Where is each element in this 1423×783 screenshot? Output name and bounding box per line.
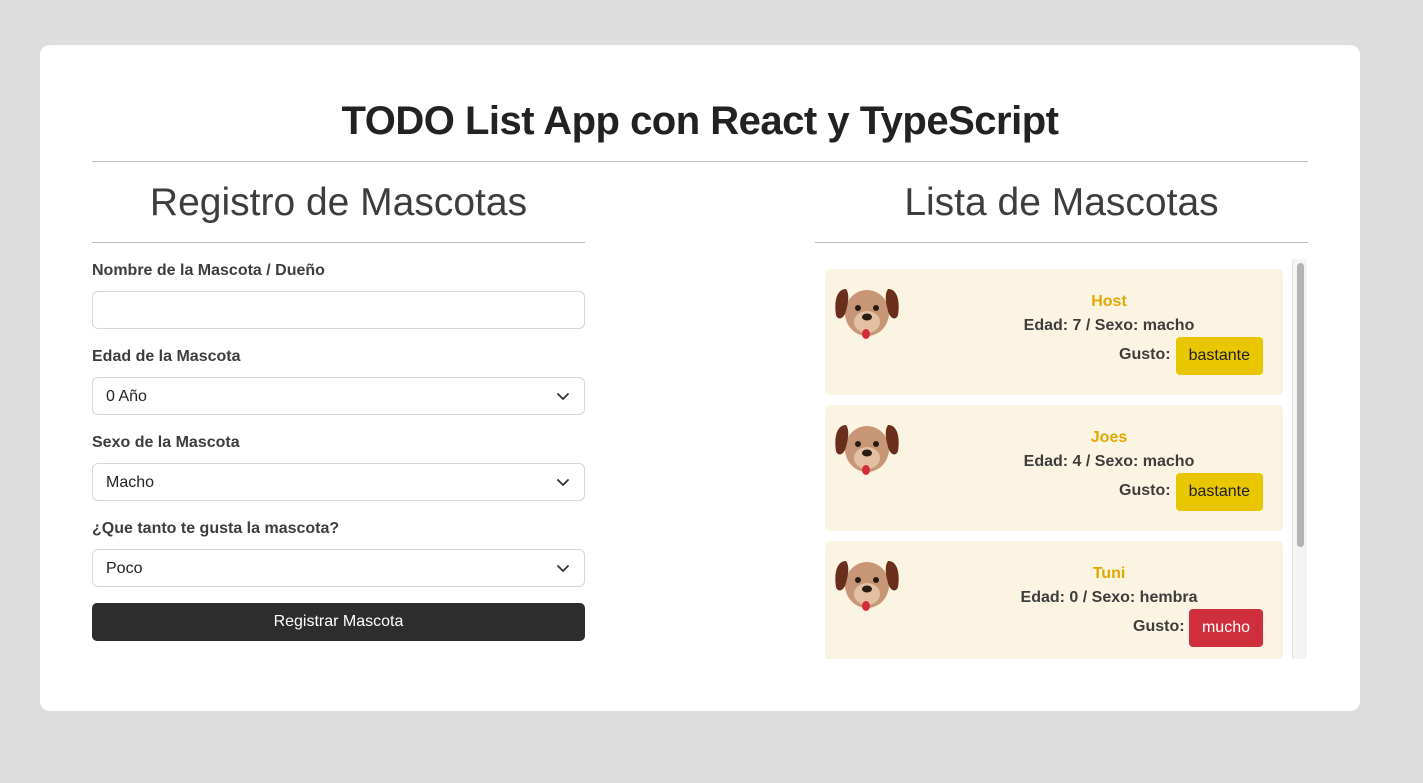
title-divider	[92, 161, 1308, 162]
pet-like-select[interactable]: Poco	[92, 549, 585, 587]
scrollbar-thumb[interactable]	[1297, 263, 1304, 547]
chevron-down-icon	[557, 565, 569, 572]
chevron-down-icon	[557, 393, 569, 400]
pet-list-scrollbar[interactable]	[1292, 259, 1307, 659]
form-divider	[92, 242, 585, 243]
pet-name-label: Nombre de la Mascota / Dueño	[92, 262, 325, 279]
pet-card: Host Edad: 7 / Sexo: macho Gusto: bastan…	[825, 269, 1283, 395]
pet-sex-label: Sexo de la Mascota	[92, 434, 240, 451]
dog-face-icon	[835, 561, 899, 611]
form-title: Registro de Mascotas	[149, 181, 528, 224]
pet-card: Tuni Edad: 0 / Sexo: hembra Gusto: mucho	[825, 541, 1283, 659]
pet-gusto-badge: bastante	[1175, 337, 1263, 375]
pet-name: Host	[1091, 293, 1127, 310]
app-title: TODO List App con React y TypeScript	[341, 99, 1059, 143]
pet-info: Edad: 4 / Sexo: macho	[1023, 453, 1195, 470]
pet-age-value: 0 Año	[106, 388, 147, 405]
pet-sex-value: Macho	[106, 474, 155, 491]
pet-sex-select[interactable]: Macho	[92, 463, 585, 501]
pet-gusto-badge: bastante	[1175, 473, 1263, 511]
pet-list[interactable]: Host Edad: 7 / Sexo: macho Gusto: bastan…	[815, 259, 1308, 659]
pet-gusto-badge: mucho	[1188, 609, 1263, 647]
pet-name: Tuni	[1092, 565, 1126, 582]
pet-age-label: Edad de la Mascota	[92, 348, 241, 365]
pet-name-input[interactable]	[92, 291, 585, 329]
chevron-down-icon	[557, 479, 569, 486]
register-pet-button[interactable]: Registrar Mascota	[92, 603, 585, 641]
pet-name: Joes	[1090, 429, 1128, 446]
pet-card: Joes Edad: 4 / Sexo: macho Gusto: bastan…	[825, 405, 1283, 531]
pet-info: Edad: 0 / Sexo: hembra	[1020, 589, 1198, 606]
pet-like-label: ¿Que tanto te gusta la mascota?	[92, 520, 340, 537]
pet-gusto-label: Gusto:	[1119, 346, 1171, 363]
pet-gusto-label: Gusto:	[1133, 618, 1185, 635]
dog-face-icon	[835, 289, 899, 339]
list-divider	[815, 242, 1308, 243]
pet-info: Edad: 7 / Sexo: macho	[1023, 317, 1195, 334]
list-title: Lista de Mascotas	[904, 181, 1219, 224]
pet-age-select[interactable]: 0 Año	[92, 377, 585, 415]
dog-face-icon	[835, 425, 899, 475]
pet-gusto-label: Gusto:	[1119, 482, 1171, 499]
pet-like-value: Poco	[106, 560, 143, 577]
main-card: TODO List App con React y TypeScript Reg…	[40, 45, 1360, 711]
